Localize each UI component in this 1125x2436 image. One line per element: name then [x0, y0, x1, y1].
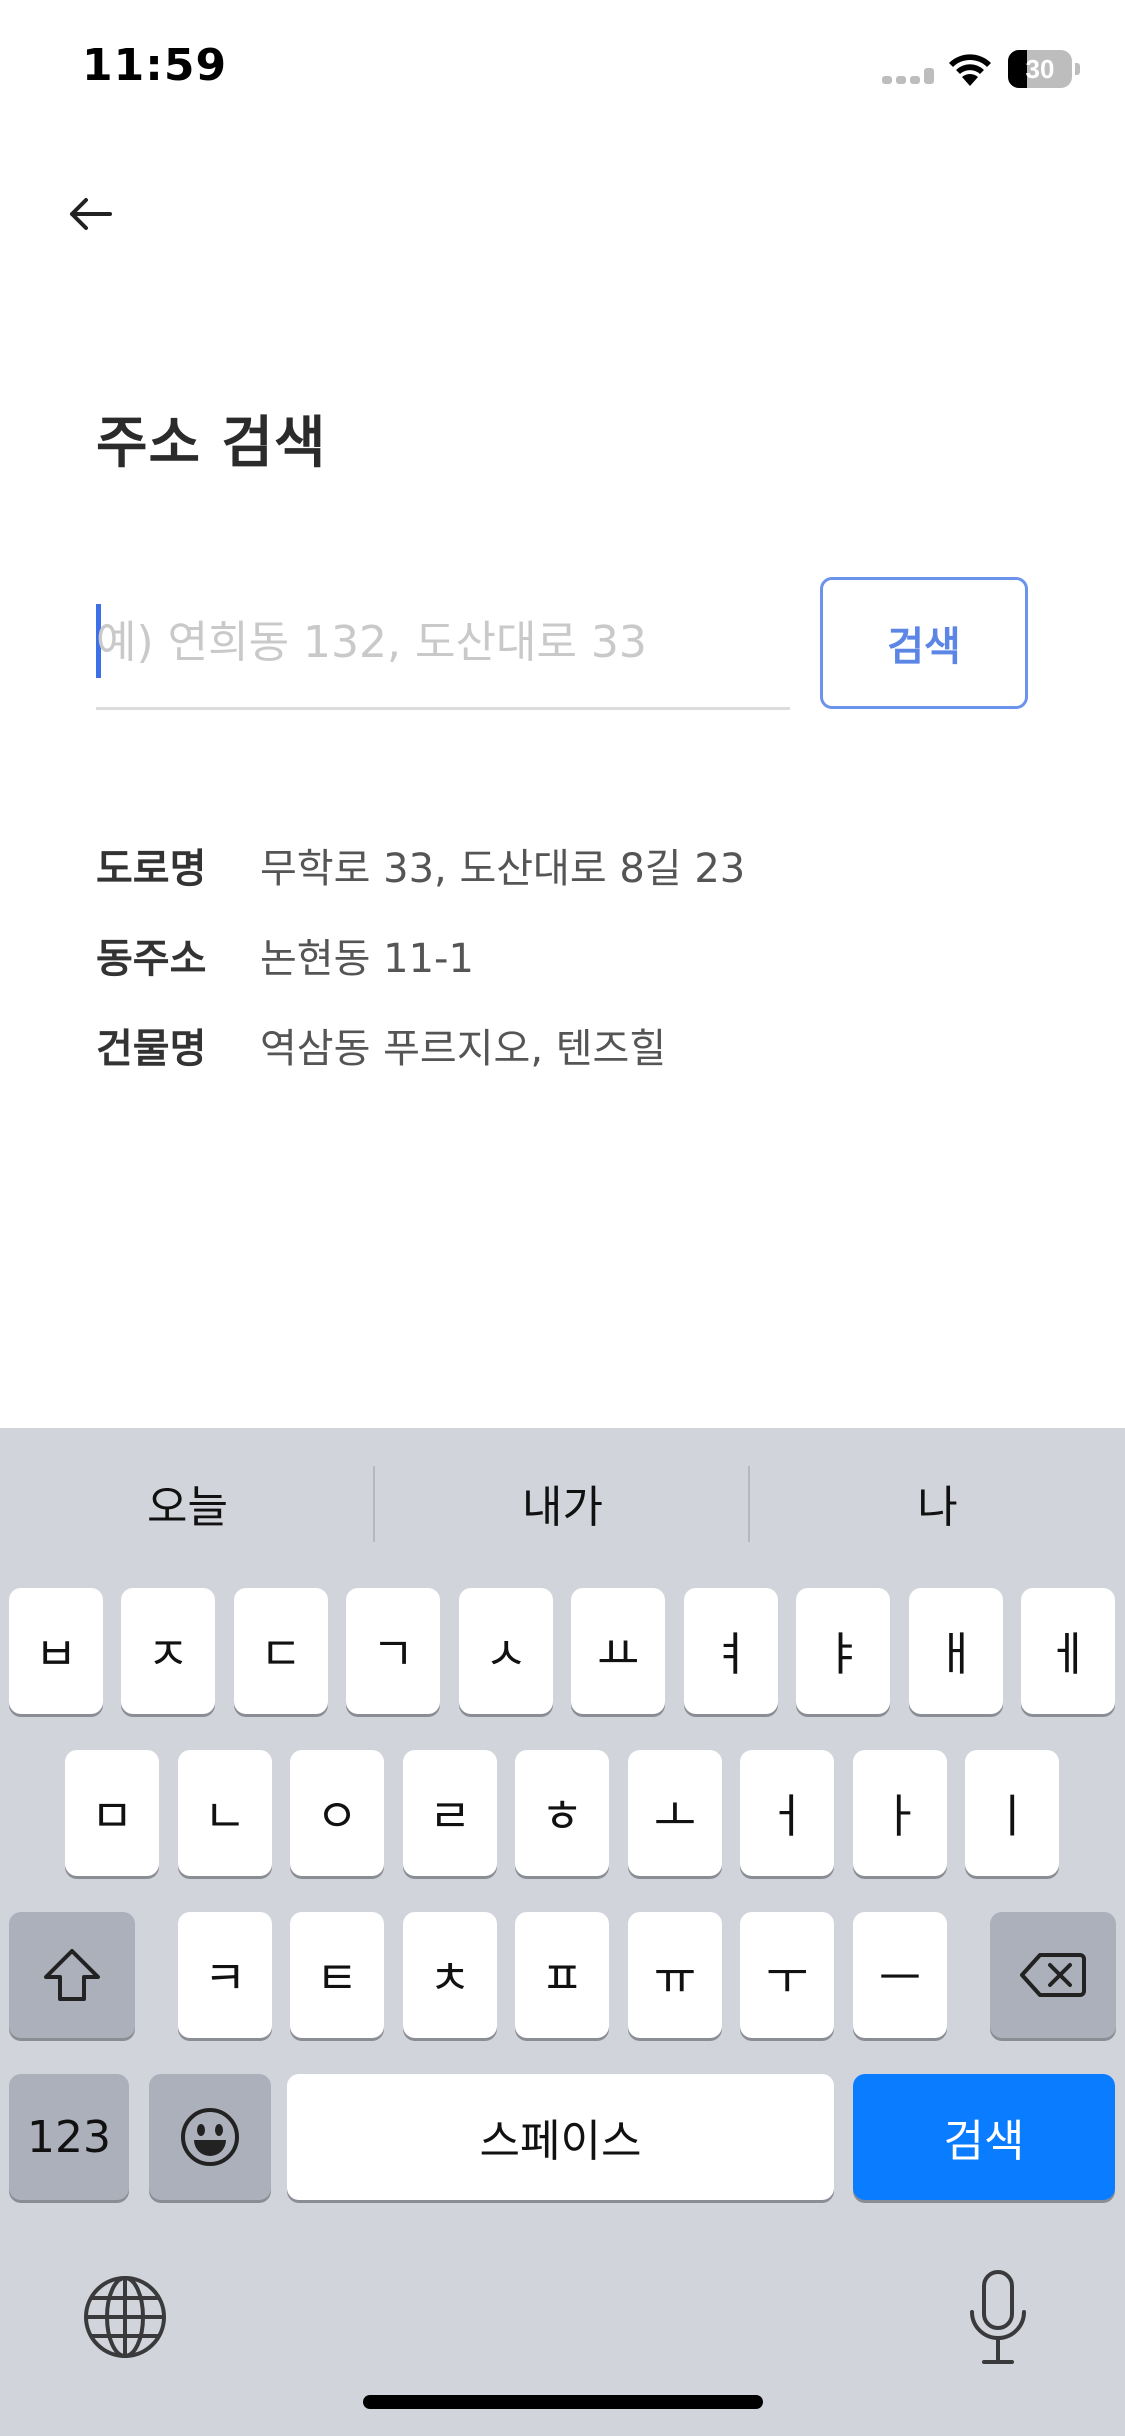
key[interactable]: ㅊ: [403, 1912, 497, 2038]
key[interactable]: ㅔ: [1021, 1588, 1115, 1714]
globe-button[interactable]: [82, 2274, 168, 2360]
delete-key[interactable]: [990, 1912, 1116, 2038]
dictation-button[interactable]: [964, 2268, 1032, 2368]
hint-value: 무학로 33, 도산대로 8길 23: [260, 846, 746, 892]
suggestion-item[interactable]: 오늘: [0, 1428, 375, 1578]
key[interactable]: ㅏ: [853, 1750, 947, 1876]
back-button[interactable]: [60, 188, 120, 240]
numbers-key[interactable]: 123: [9, 2074, 129, 2200]
page-title: 주소 검색: [96, 411, 327, 476]
hint-row-building: 건물명 역삼동 푸르지오, 텐즈힐: [96, 1000, 745, 1090]
arrow-left-icon: [70, 198, 112, 230]
suggestion-item[interactable]: 나: [750, 1428, 1125, 1578]
globe-icon: [84, 2276, 166, 2358]
hint-label: 동주소: [96, 936, 207, 982]
microphone-icon: [970, 2270, 1026, 2364]
search-input[interactable]: [96, 602, 776, 682]
emoji-key[interactable]: [149, 2074, 271, 2200]
status-time: 11:59: [82, 40, 228, 91]
key[interactable]: ㄴ: [178, 1750, 272, 1876]
search-field[interactable]: [96, 580, 790, 710]
hint-row-dong: 동주소 논현동 11-1: [96, 910, 745, 1000]
hint-value: 역삼동 푸르지오, 텐즈힐: [260, 1026, 667, 1072]
key[interactable]: ㅂ: [9, 1588, 103, 1714]
key[interactable]: ㅇ: [290, 1750, 384, 1876]
space-key[interactable]: 스페이스: [287, 2074, 834, 2200]
shift-icon: [44, 1949, 100, 2001]
wifi-icon: [945, 50, 995, 88]
hint-label: 건물명: [96, 1026, 207, 1072]
key[interactable]: ㅎ: [515, 1750, 609, 1876]
key[interactable]: ㅓ: [740, 1750, 834, 1876]
key[interactable]: ㄷ: [234, 1588, 328, 1714]
key[interactable]: ㅁ: [65, 1750, 159, 1876]
key[interactable]: ㄹ: [403, 1750, 497, 1876]
suggestion-bar: 오늘 내가 나: [0, 1428, 1125, 1578]
status-bar: 11:59 30: [0, 0, 1125, 140]
key[interactable]: ㅅ: [459, 1588, 553, 1714]
key[interactable]: ㅕ: [684, 1588, 778, 1714]
key[interactable]: ㅗ: [628, 1750, 722, 1876]
battery-level: 30: [1025, 54, 1055, 84]
shift-key[interactable]: [9, 1912, 135, 2038]
key[interactable]: ㅋ: [178, 1912, 272, 2038]
key[interactable]: ㅡ: [853, 1912, 947, 2038]
backspace-icon: [1020, 1953, 1086, 1997]
return-key[interactable]: 검색: [853, 2074, 1115, 2200]
key[interactable]: ㅜ: [740, 1912, 834, 2038]
hint-value: 논현동 11-1: [260, 936, 474, 982]
key[interactable]: ㅠ: [628, 1912, 722, 2038]
suggestion-item[interactable]: 내가: [375, 1428, 750, 1578]
key[interactable]: ㅑ: [796, 1588, 890, 1714]
cellular-signal-icon: [882, 62, 934, 84]
key[interactable]: ㅌ: [290, 1912, 384, 2038]
hint-label: 도로명: [96, 846, 207, 892]
home-indicator[interactable]: [363, 2395, 763, 2409]
key[interactable]: ㅍ: [515, 1912, 609, 2038]
battery-icon: 30: [1008, 50, 1080, 88]
key[interactable]: ㄱ: [346, 1588, 440, 1714]
keyboard: 오늘 내가 나 ㅂ ㅈ ㄷ ㄱ ㅅ ㅛ ㅕ ㅑ ㅐ ㅔ ㅁ ㄴ ㅇ ㄹ ㅎ ㅗ …: [0, 1428, 1125, 2436]
search-hints: 도로명 무학로 33, 도산대로 8길 23 동주소 논현동 11-1 건물명 …: [96, 820, 745, 1090]
search-button[interactable]: 검색: [820, 577, 1028, 709]
emoji-icon: [181, 2108, 239, 2166]
key[interactable]: ㅐ: [909, 1588, 1003, 1714]
hint-row-road: 도로명 무학로 33, 도산대로 8길 23: [96, 820, 745, 910]
key[interactable]: ㅛ: [571, 1588, 665, 1714]
key[interactable]: ㅣ: [965, 1750, 1059, 1876]
key[interactable]: ㅈ: [121, 1588, 215, 1714]
